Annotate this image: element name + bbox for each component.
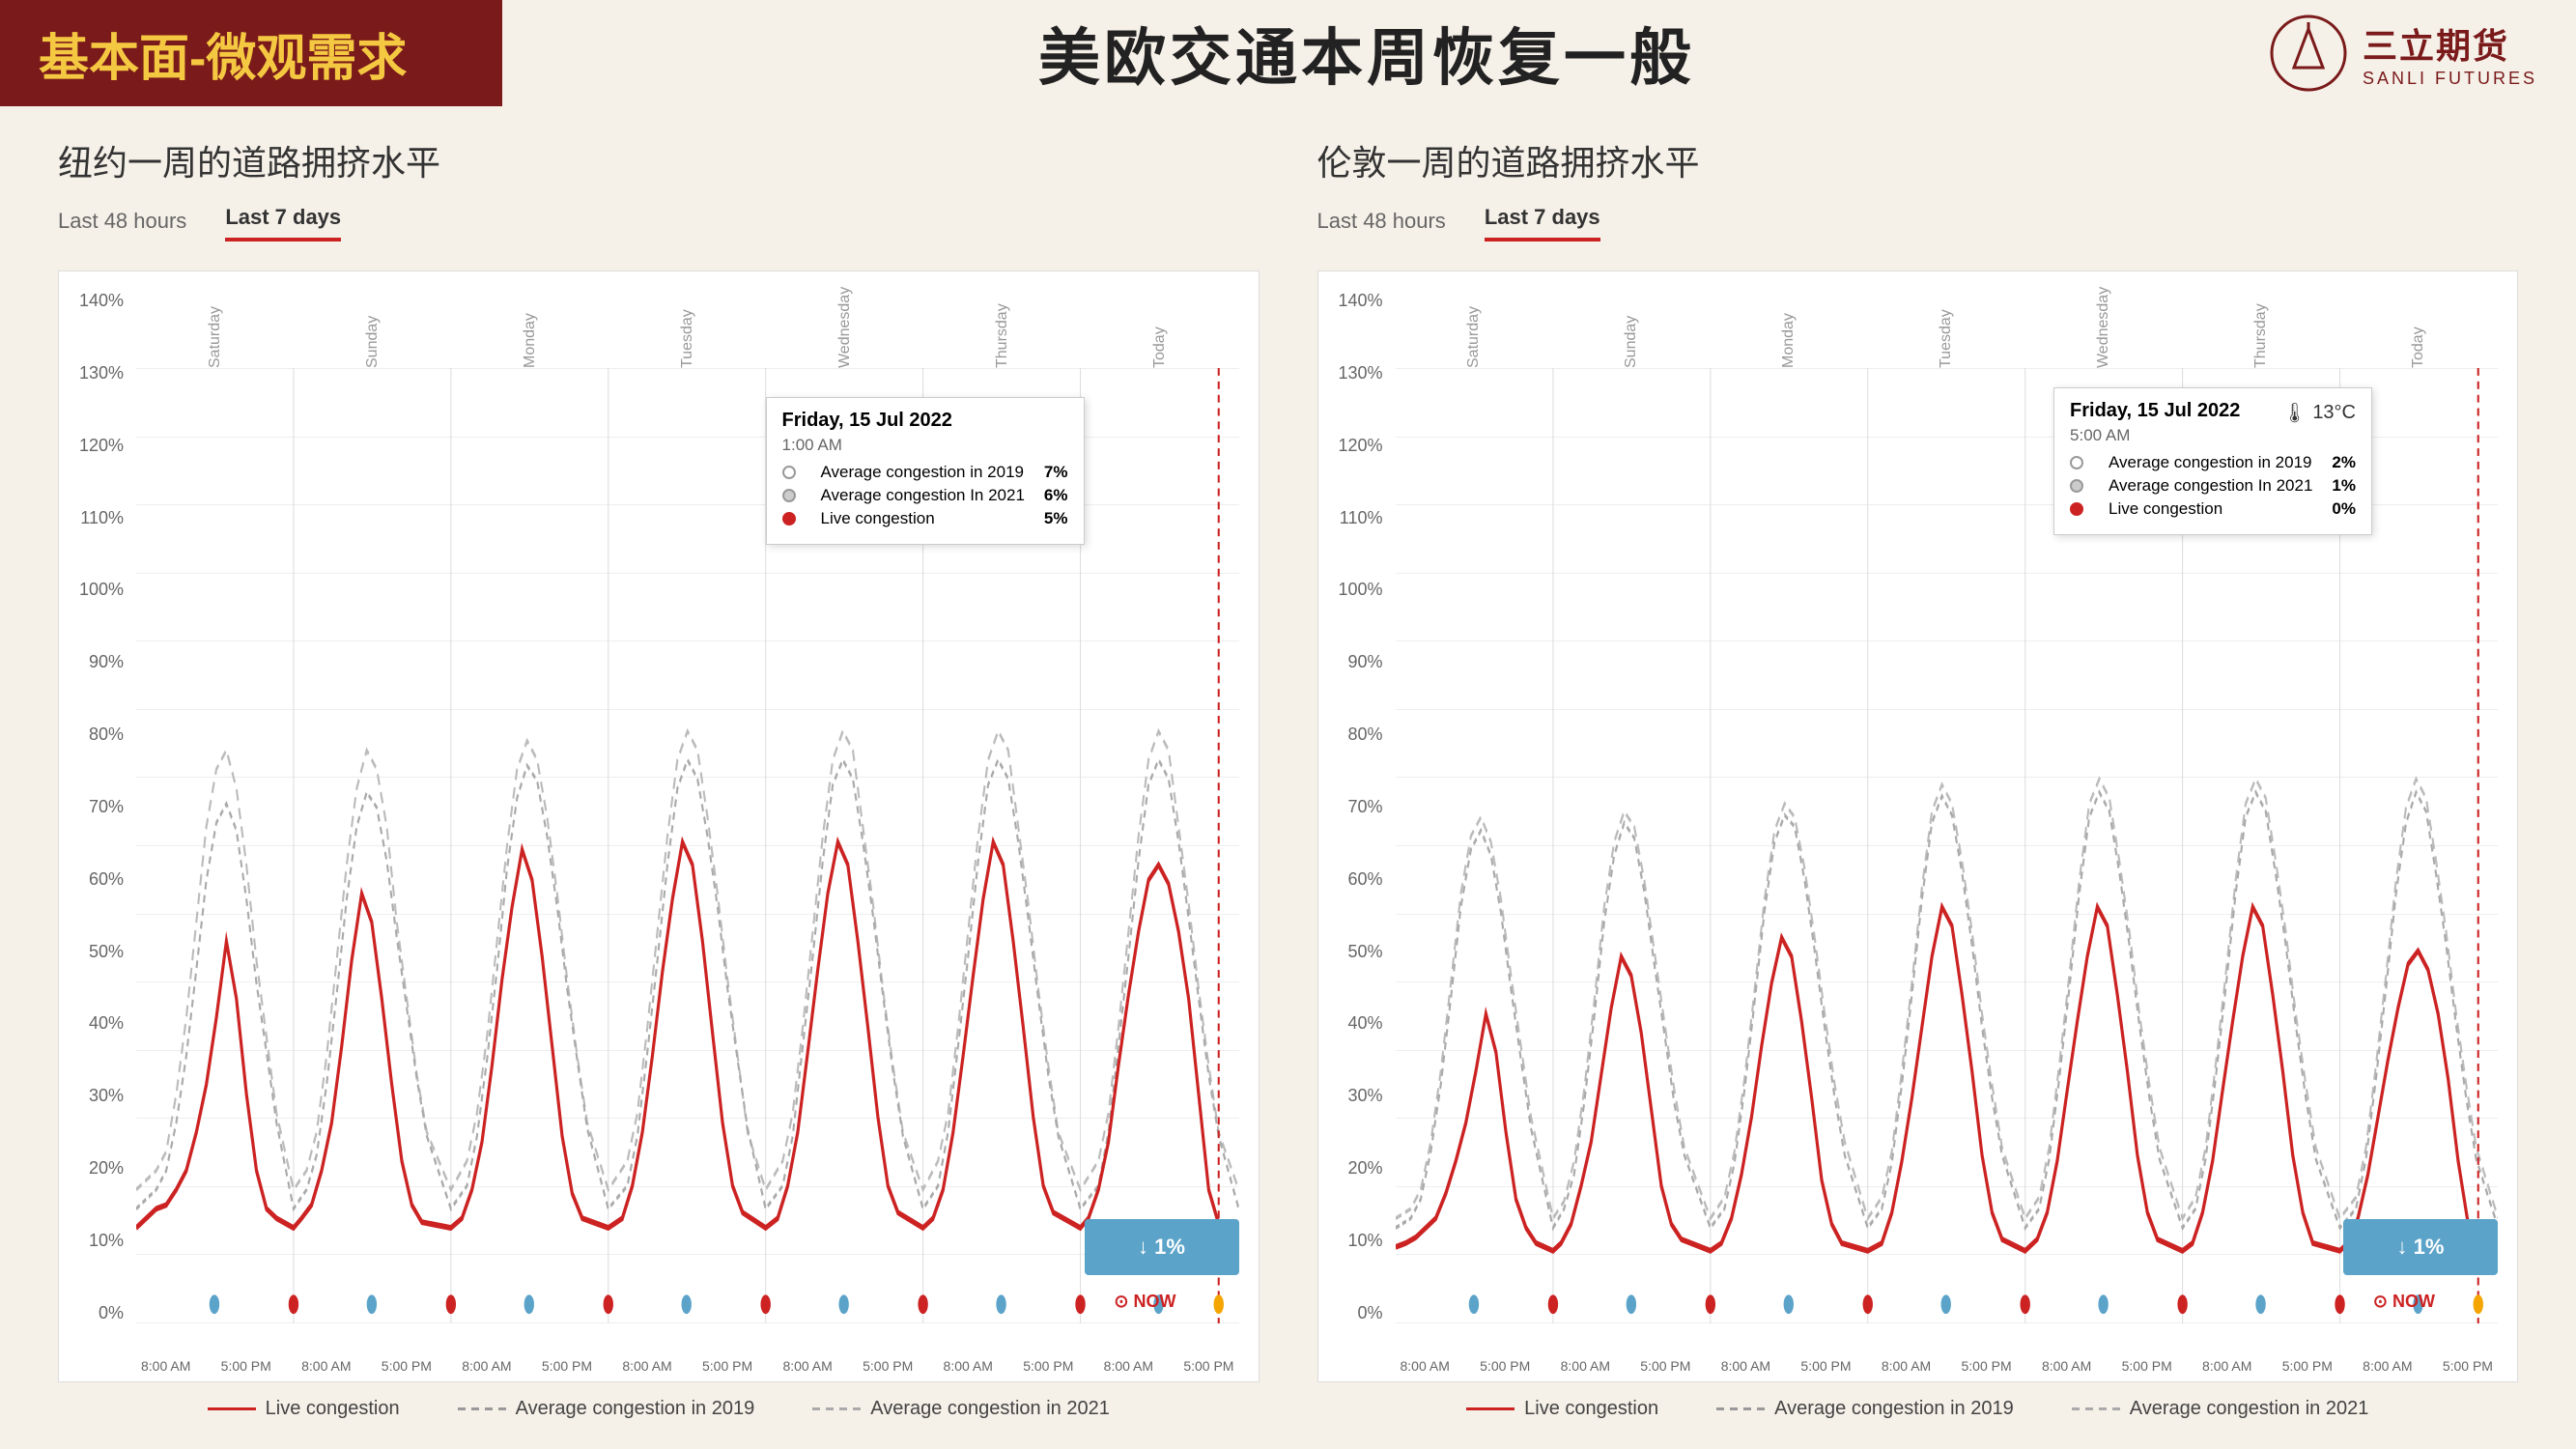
ny-tooltip-row-live: Live congestion 5% — [782, 509, 1068, 528]
london-tooltip-row-2019: Average congestion in 2019 2% — [2070, 453, 2356, 472]
ny-tooltip-date: Friday, 15 Jul 2022 — [782, 410, 1068, 432]
ny-section-title: 纽约一周的道路拥挤水平 — [58, 135, 1260, 185]
london-tooltip-val-2019: 2% — [2332, 453, 2356, 472]
london-legend: Live congestion Average congestion in 20… — [1317, 1398, 2519, 1420]
london-tooltip-dot-2021 — [2070, 479, 2083, 493]
ny-tab-row: Last 48 hours Last 7 days — [58, 205, 1260, 242]
london-tooltip-label-2019: Average congestion in 2019 — [2109, 453, 2312, 472]
header-right-logo: 三立期货 SANLI FUTURES — [2231, 0, 2576, 106]
london-tab-7d[interactable]: Last 7 days — [1485, 205, 1600, 242]
london-tooltip-val-2021: 1% — [2332, 476, 2356, 496]
london-legend-2019: Average congestion in 2019 — [1716, 1398, 2014, 1420]
london-tooltip-label-live: Live congestion — [2109, 499, 2312, 519]
ny-tooltip-val-2021: 6% — [1044, 486, 1068, 505]
header-left-section: 基本面-微观需求 — [0, 0, 502, 106]
ny-blue-box: ↓ 1% — [1085, 1219, 1239, 1275]
ny-tooltip-row-2019: Average congestion in 2019 7% — [782, 463, 1068, 482]
ny-day-labels: Saturday Sunday Monday Tuesday Wednesday… — [136, 291, 1239, 368]
ny-tooltip-label-2021: Average congestion In 2021 — [821, 486, 1025, 505]
london-tooltip-val-live: 0% — [2332, 499, 2356, 519]
london-legend-live: Live congestion — [1466, 1398, 1658, 1420]
london-tooltip: Friday, 15 Jul 2022 🌡 13°C 5:00 AM Avera… — [2053, 387, 2372, 535]
london-tooltip-row-live: Live congestion 0% — [2070, 499, 2356, 519]
ny-x-labels: 8:00 AM 5:00 PM 8:00 AM 5:00 PM 8:00 AM … — [136, 1358, 1239, 1374]
main-content: 纽约一周的道路拥挤水平 Last 48 hours Last 7 days 14… — [0, 106, 2576, 1449]
ny-legend-2019-line — [458, 1407, 506, 1410]
ny-tooltip-val-live: 5% — [1044, 509, 1068, 528]
ny-tooltip-dot-2019 — [782, 466, 796, 479]
thermometer-icon: 🌡 — [2282, 401, 2307, 425]
ny-tooltip-dot-live — [782, 512, 796, 526]
london-day-labels: Saturday Sunday Monday Tuesday Wednesday… — [1396, 291, 2499, 368]
london-legend-2019-line — [1716, 1407, 1765, 1410]
london-section-title: 伦敦一周的道路拥挤水平 — [1317, 135, 2519, 185]
ny-legend-2019: Average congestion in 2019 — [458, 1398, 755, 1420]
london-now-label: ⊙ NOW — [2373, 1292, 2435, 1312]
london-blue-box: ↓ 1% — [2343, 1219, 2498, 1275]
ny-tooltip-val-2019: 7% — [1044, 463, 1068, 482]
ny-legend-live: Live congestion — [208, 1398, 400, 1420]
logo-text: 三立期货 SANLI FUTURES — [2363, 18, 2537, 89]
london-tooltip-date: Friday, 15 Jul 2022 — [2070, 400, 2240, 422]
ny-tooltip-dot-2021 — [782, 489, 796, 502]
charts-row: 纽约一周的道路拥挤水平 Last 48 hours Last 7 days 14… — [58, 135, 2518, 1420]
ny-legend-live-line — [208, 1407, 256, 1410]
header: 基本面-微观需求 美欧交通本周恢复一般 三立期货 SANLI FUTURES — [0, 0, 2576, 106]
ny-chart-container: 140% 130% 120% 110% 100% 90% 80% 70% 60%… — [58, 270, 1260, 1382]
ny-tooltip-label-2019: Average congestion in 2019 — [821, 463, 1025, 482]
ny-tooltip-row-2021: Average congestion In 2021 6% — [782, 486, 1068, 505]
ny-now-label: ⊙ NOW — [1114, 1292, 1175, 1312]
london-tooltip-row-2021: Average congestion In 2021 1% — [2070, 476, 2356, 496]
ny-y-axis: 140% 130% 120% 110% 100% 90% 80% 70% 60%… — [59, 291, 131, 1323]
ny-tab-7d[interactable]: Last 7 days — [225, 205, 341, 242]
logo-icon — [2270, 14, 2347, 92]
logo-en: SANLI FUTURES — [2363, 69, 2537, 89]
london-tab-48h[interactable]: Last 48 hours — [1317, 209, 1446, 242]
ny-legend-2021: Average congestion in 2021 — [812, 1398, 1110, 1420]
ny-chart-section: 纽约一周的道路拥挤水平 Last 48 hours Last 7 days 14… — [58, 135, 1260, 1420]
london-chart-container: 140% 130% 120% 110% 100% 90% 80% 70% 60%… — [1317, 270, 2519, 1382]
london-temp-badge: 🌡 13°C — [2282, 401, 2356, 425]
ny-tooltip: Friday, 15 Jul 2022 1:00 AM Average cong… — [766, 397, 1085, 545]
london-x-labels: 8:00 AM 5:00 PM 8:00 AM 5:00 PM 8:00 AM … — [1396, 1358, 2499, 1374]
london-legend-live-line — [1466, 1407, 1514, 1410]
london-legend-2021-line — [2072, 1407, 2120, 1410]
london-tooltip-time: 5:00 AM — [2070, 426, 2356, 445]
london-tooltip-dot-live — [2070, 502, 2083, 516]
header-center-title: 美欧交通本周恢复一般 — [502, 0, 2231, 106]
london-chart-section: 伦敦一周的道路拥挤水平 Last 48 hours Last 7 days 14… — [1317, 135, 2519, 1420]
ny-legend: Live congestion Average congestion in 20… — [58, 1398, 1260, 1420]
ny-tooltip-time: 1:00 AM — [782, 436, 1068, 455]
london-tooltip-label-2021: Average congestion In 2021 — [2109, 476, 2312, 496]
logo-cn: 三立期货 — [2363, 18, 2509, 69]
ny-tooltip-label-live: Live congestion — [821, 509, 1025, 528]
london-tab-row: Last 48 hours Last 7 days — [1317, 205, 2519, 242]
london-y-axis: 140% 130% 120% 110% 100% 90% 80% 70% 60%… — [1318, 291, 1391, 1323]
header-left-title: 基本面-微观需求 — [39, 17, 407, 90]
ny-legend-2021-line — [812, 1407, 861, 1410]
london-tooltip-dot-2019 — [2070, 456, 2083, 469]
london-legend-2021: Average congestion in 2021 — [2072, 1398, 2369, 1420]
ny-tab-48h[interactable]: Last 48 hours — [58, 209, 186, 242]
